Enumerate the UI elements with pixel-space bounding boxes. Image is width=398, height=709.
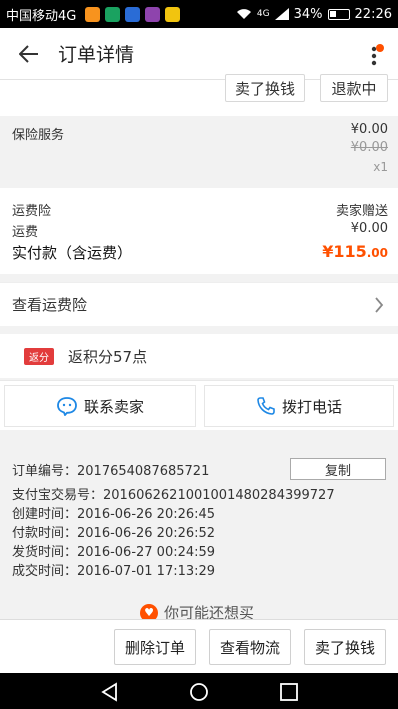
shipping-label: 运费 bbox=[12, 225, 39, 240]
contact-bar: 联系卖家 拨打电话 bbox=[0, 380, 398, 430]
app-notification-icon bbox=[145, 6, 161, 22]
alipay-number: 支付宝交易号：2016062621001001480284399727 bbox=[12, 488, 335, 503]
signal-icon bbox=[274, 8, 289, 20]
points-badge: 返分 bbox=[24, 347, 54, 365]
points-row: 返分 返积分57点 bbox=[0, 334, 398, 378]
more-vertical-icon bbox=[371, 46, 377, 66]
page-title: 订单详情 bbox=[58, 44, 135, 66]
status-bar: 中国移动4G 4G 34% 22:26 bbox=[0, 0, 398, 28]
shipped-time: 发货时间：2016-06-27 00:24:59 bbox=[12, 545, 216, 560]
phone-icon bbox=[257, 397, 275, 415]
notification-dot bbox=[376, 44, 384, 52]
freight-insurance-row: 运费险 卖家赠送 bbox=[12, 200, 388, 219]
back-triangle-icon[interactable] bbox=[100, 682, 120, 702]
closed-time: 成交时间：2016-07-01 17:13:29 bbox=[12, 564, 216, 579]
price-summary: 运费险 卖家赠送 运费 ¥0.00 实付款（含运费） ¥115.00 bbox=[0, 188, 398, 274]
paid-time: 付款时间：2016-06-26 20:26:52 bbox=[12, 526, 216, 541]
insurance-quantity: x1 bbox=[373, 160, 388, 174]
order-number: 订单编号：2017654087685721 bbox=[12, 464, 210, 479]
view-logistics-button[interactable]: 查看物流 bbox=[209, 629, 291, 665]
app-notification-icon bbox=[85, 6, 101, 22]
back-arrow-icon bbox=[19, 44, 38, 63]
recents-square-icon[interactable] bbox=[279, 682, 299, 702]
status-right: 4G 34% 22:26 bbox=[236, 7, 392, 22]
call-label: 拨打电话 bbox=[281, 397, 342, 416]
contact-seller-label: 联系卖家 bbox=[83, 397, 144, 416]
paid-currency: ¥ bbox=[322, 242, 334, 261]
sell-swap-bottom-button[interactable]: 卖了换钱 bbox=[304, 629, 386, 665]
shipping-row: 运费 ¥0.00 bbox=[12, 221, 388, 240]
back-button[interactable] bbox=[0, 28, 58, 80]
created-time: 创建时间：2016-06-26 20:26:45 bbox=[12, 507, 216, 522]
system-nav-bar bbox=[0, 673, 398, 709]
shipping-value: ¥0.00 bbox=[350, 221, 388, 236]
network-type: 4G bbox=[256, 9, 270, 19]
sell-swap-button[interactable]: 卖了换钱 bbox=[225, 74, 305, 102]
freight-insurance-value: 卖家赠送 bbox=[335, 204, 388, 219]
paid-dec: .00 bbox=[366, 246, 388, 260]
insurance-item: 保险服务 ¥0.00 ¥0.00 x1 bbox=[0, 118, 398, 180]
freight-link-label: 查看运费险 bbox=[12, 296, 88, 314]
view-freight-insurance[interactable]: 查看运费险 bbox=[0, 282, 398, 326]
paid-label: 实付款（含运费） bbox=[12, 244, 133, 262]
delete-order-button[interactable]: 删除订单 bbox=[114, 629, 196, 665]
clock: 22:26 bbox=[354, 6, 392, 22]
item-actions: 卖了换钱 退款中 bbox=[0, 74, 398, 116]
app-notification-icon bbox=[105, 6, 121, 22]
insurance-price: ¥0.00 bbox=[350, 122, 388, 137]
battery-percent: 34% bbox=[293, 6, 323, 22]
call-button[interactable]: 拨打电话 bbox=[204, 385, 394, 427]
insurance-name: 保险服务 bbox=[12, 128, 65, 143]
wifi-icon bbox=[236, 9, 251, 19]
points-text: 返积分57点 bbox=[68, 347, 148, 366]
app-notification-icon bbox=[125, 6, 141, 22]
contact-seller-button[interactable]: 联系卖家 bbox=[4, 385, 196, 427]
freight-insurance-label: 运费险 bbox=[12, 204, 52, 219]
paid-row: 实付款（含运费） ¥115.00 bbox=[12, 242, 388, 263]
paid-int: 115 bbox=[333, 242, 367, 261]
copy-button[interactable]: 复制 bbox=[290, 458, 386, 480]
refunding-button[interactable]: 退款中 bbox=[320, 74, 388, 102]
bottom-action-bar: 删除订单 查看物流 卖了换钱 bbox=[0, 619, 398, 673]
app-header: 订单详情 bbox=[0, 28, 398, 80]
chat-icon bbox=[57, 397, 77, 416]
paid-amount: ¥115.00 bbox=[322, 242, 388, 263]
more-menu-button[interactable] bbox=[360, 40, 388, 70]
carrier-label: 中国移动4G bbox=[6, 8, 77, 24]
chevron-right-icon bbox=[375, 297, 384, 313]
battery-icon bbox=[327, 8, 350, 20]
insurance-original-price: ¥0.00 bbox=[350, 140, 388, 155]
home-circle-icon[interactable] bbox=[189, 682, 209, 702]
app-notification-icon bbox=[165, 6, 181, 22]
order-info: 订单编号：2017654087685721 复制 支付宝交易号：20160626… bbox=[0, 446, 398, 582]
